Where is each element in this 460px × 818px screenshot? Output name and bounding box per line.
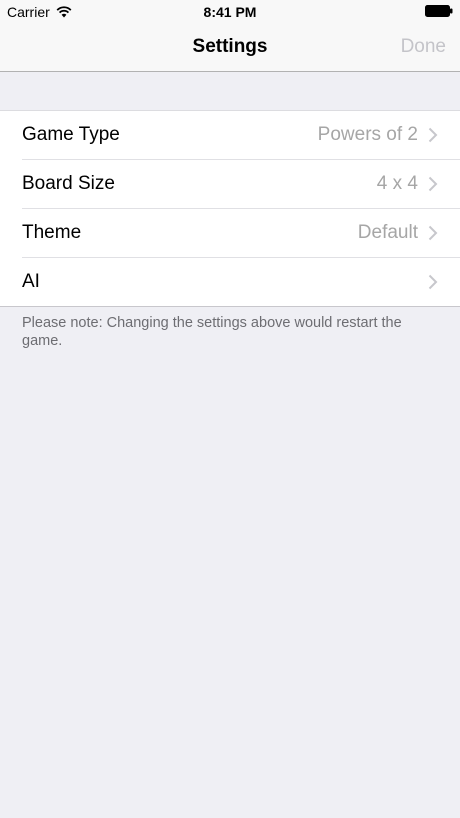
done-button[interactable]: Done (401, 36, 446, 58)
settings-screen: Carrier 8:41 PM Settings Done Game Type … (0, 0, 460, 818)
settings-footer-note: Please note: Changing the settings above… (22, 315, 402, 349)
row-label: Game Type (22, 124, 120, 145)
chevron-right-icon (428, 225, 438, 241)
settings-row-game-type[interactable]: Game Type Powers of 2 (22, 111, 460, 160)
row-value: Default (357, 222, 418, 243)
settings-row-ai[interactable]: AI (22, 258, 460, 306)
settings-row-board-size[interactable]: Board Size 4 x 4 (22, 160, 460, 209)
row-label: AI (22, 271, 40, 292)
chevron-right-icon (428, 127, 438, 143)
battery-icon (425, 5, 453, 17)
row-label: Board Size (22, 173, 115, 194)
row-label: Theme (22, 222, 82, 243)
status-time: 8:41 PM (203, 4, 257, 20)
page-title: Settings (192, 36, 268, 57)
settings-list: Game Type Powers of 2 Board Size 4 x 4 T… (0, 110, 460, 307)
status-bar: Carrier 8:41 PM (0, 0, 460, 24)
row-value: Powers of 2 (317, 124, 418, 145)
chevron-right-icon (428, 274, 438, 290)
chevron-right-icon (428, 176, 438, 192)
navigation-bar: Settings Done (0, 24, 460, 72)
row-value: 4 x 4 (376, 173, 418, 194)
settings-row-theme[interactable]: Theme Default (22, 209, 460, 258)
